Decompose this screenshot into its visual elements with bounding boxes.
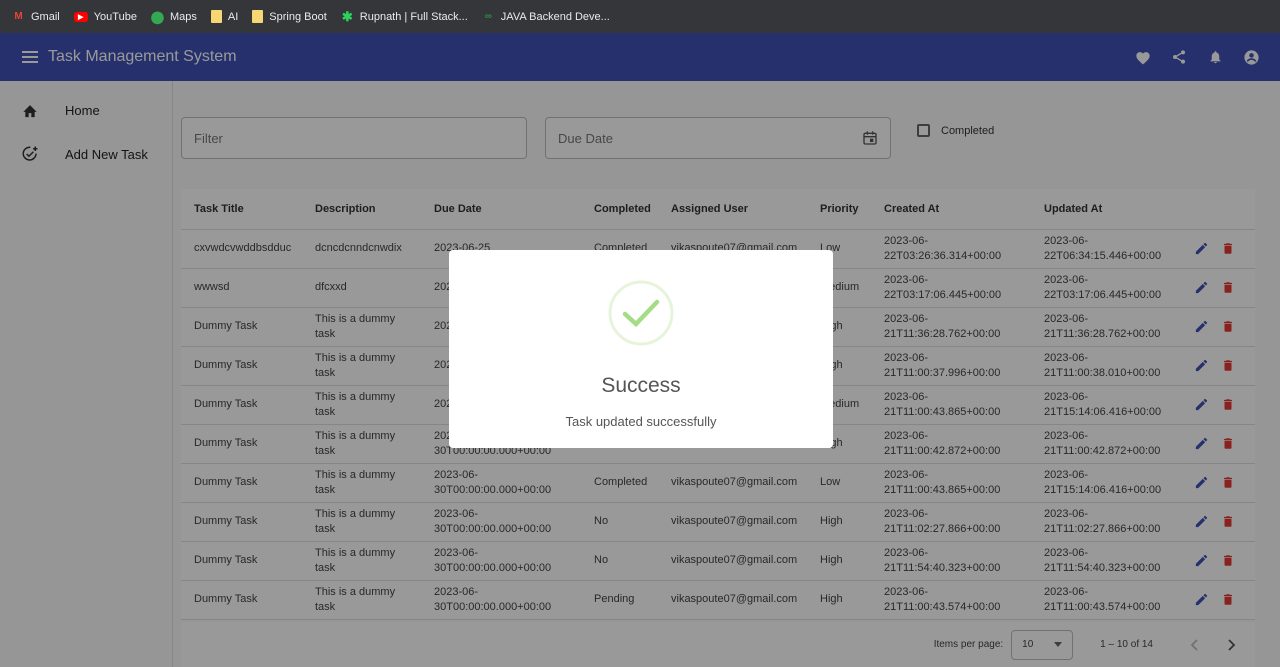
star-icon: ✱ [341, 8, 353, 24]
bookmark-label: YouTube [93, 10, 137, 23]
folder-icon [210, 10, 222, 23]
bookmark-label: Rupnath | Full Stack... [359, 10, 468, 23]
success-check-icon [608, 280, 674, 346]
maps-icon: ⬤ [150, 9, 165, 24]
bookmark-label: AI [227, 10, 239, 23]
bookmark-gmail[interactable]: M Gmail [12, 10, 60, 23]
bookmark-rupnath[interactable]: ✱ Rupnath | Full Stack... [341, 8, 468, 24]
youtube-icon: ▶ [73, 11, 88, 22]
folder-icon [252, 10, 264, 23]
bookmark-label: Spring Boot [269, 10, 327, 23]
bookmark-java-backend[interactable]: ∞ JAVA Backend Deve... [482, 10, 610, 23]
bookmarks-bar: M Gmail ▶ YouTube ⬤ Maps AI Spring Boot … [0, 0, 1280, 33]
success-dialog: Success Task updated successfully [449, 250, 833, 448]
gmail-icon: M [14, 11, 23, 22]
dialog-title: Success [601, 374, 681, 397]
bookmark-label: Gmail [31, 10, 60, 23]
bookmark-youtube[interactable]: ▶ YouTube [73, 10, 137, 23]
bookmark-label: JAVA Backend Deve... [500, 10, 610, 23]
gfg-icon: ∞ [484, 11, 492, 22]
bookmark-spring-boot[interactable]: Spring Boot [252, 10, 327, 23]
bookmark-ai[interactable]: AI [210, 10, 239, 23]
bookmark-maps[interactable]: ⬤ Maps [150, 9, 197, 24]
bookmark-label: Maps [169, 10, 197, 23]
dialog-message: Task updated successfully [565, 414, 717, 429]
